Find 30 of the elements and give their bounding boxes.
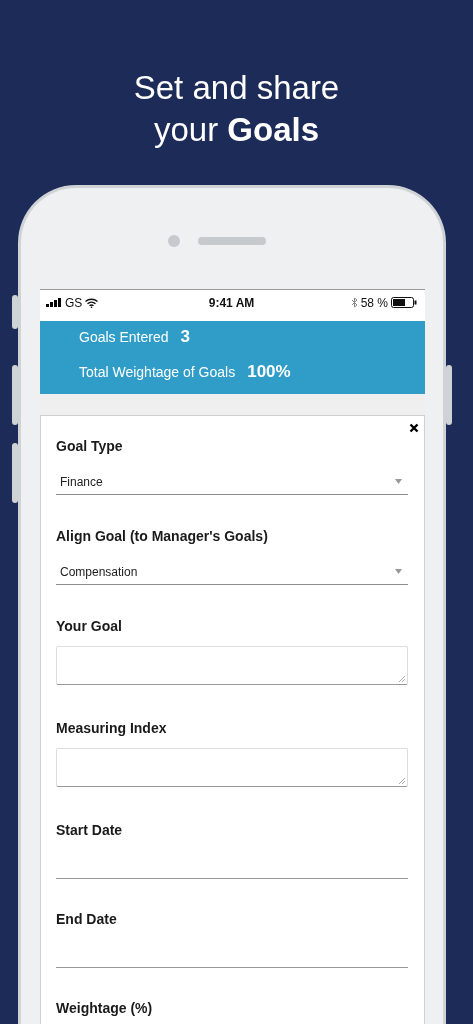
summary-label: Goals Entered xyxy=(79,328,169,346)
wifi-icon xyxy=(85,297,99,308)
battery-icon xyxy=(391,297,417,308)
bluetooth-icon xyxy=(350,297,358,308)
speaker-icon xyxy=(198,237,266,245)
camera-icon xyxy=(168,235,180,247)
summary-label: Total Weightage of Goals xyxy=(79,363,236,381)
field-label: Your Goal xyxy=(56,617,123,636)
select-field[interactable]: Finance xyxy=(56,469,408,495)
summary-value: 100% xyxy=(247,363,291,381)
field-label: Align Goal (to Manager's Goals) xyxy=(56,527,269,546)
carrier-name: GS xyxy=(65,295,83,310)
field-label: Measuring Index xyxy=(56,719,168,738)
input-field[interactable] xyxy=(56,748,408,787)
resize-grip-icon xyxy=(399,778,405,784)
status-time: 9:41 AM xyxy=(208,295,255,310)
headline: Set and share your Goals xyxy=(133,68,340,150)
close-icon[interactable] xyxy=(409,423,419,433)
signal-icon xyxy=(46,298,62,307)
field-label: Goal Type xyxy=(56,437,124,456)
battery-percent: 58 % xyxy=(360,295,388,310)
select-field[interactable]: Compensation xyxy=(56,559,408,585)
input-field[interactable] xyxy=(56,646,408,685)
resize-grip-icon xyxy=(399,676,405,682)
field-label: End Date xyxy=(56,910,118,929)
caret-icon xyxy=(395,479,402,484)
field-label: Start Date xyxy=(56,821,124,840)
field-label: Weightage (%) xyxy=(56,999,154,1018)
caret-icon xyxy=(395,569,402,574)
summary-value: 3 xyxy=(180,328,190,346)
